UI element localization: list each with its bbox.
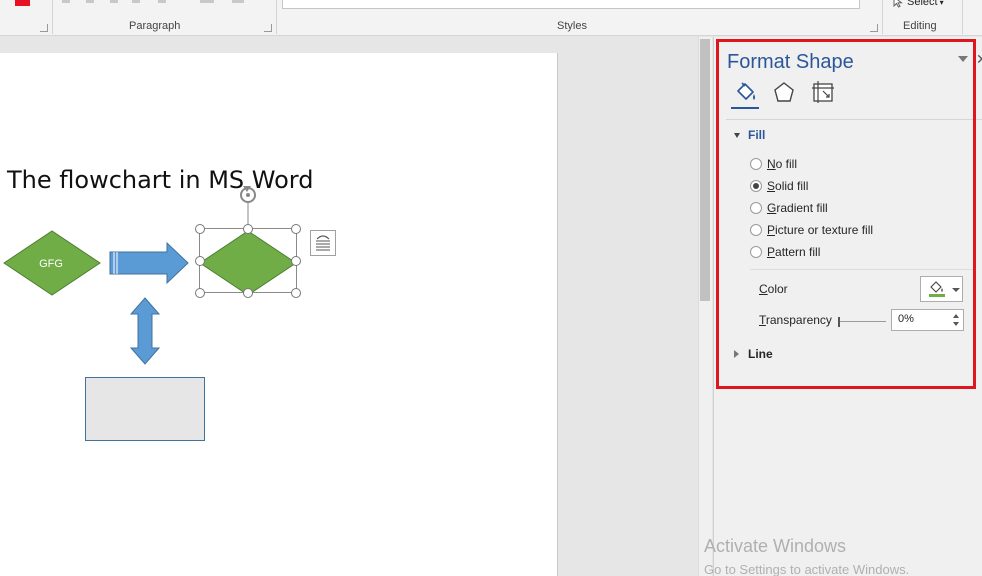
chevron-down-icon: ▾ (939, 0, 944, 7)
ribbon-separator (276, 0, 277, 34)
fill-divider (750, 269, 974, 270)
picture-fill-option[interactable]: Picture or texture fill (750, 222, 873, 238)
align-center-icon[interactable] (86, 0, 94, 3)
resize-handle[interactable] (291, 256, 301, 266)
document-page[interactable]: The flowchart in MS Word GFG (0, 53, 558, 576)
ribbon-separator (52, 0, 53, 34)
up-down-arrow-shape[interactable] (129, 297, 161, 365)
cursor-arrow-icon (893, 0, 903, 8)
vertical-scrollbar[interactable] (698, 37, 712, 576)
flowchart-canvas: GFG (3, 186, 336, 441)
resize-handle[interactable] (291, 224, 301, 234)
editing-group-label: Editing (903, 20, 937, 32)
slider-track (838, 321, 886, 322)
gradient-fill-radio[interactable] (750, 202, 762, 214)
pattern-fill-option[interactable]: Pattern fill (750, 244, 820, 260)
picture-fill-radio[interactable] (750, 224, 762, 236)
align-right-icon[interactable] (110, 0, 118, 3)
resize-handle[interactable] (243, 224, 253, 234)
pattern-fill-label: Pattern fill (767, 245, 821, 259)
solid-fill-label: Solid fill (767, 179, 809, 193)
styles-more-button[interactable] (862, 0, 874, 9)
no-fill-label: No fill (767, 157, 798, 171)
format-shape-pane: Format Shape ✕ Fill No fill Solid fill G… (713, 37, 982, 576)
align-left-icon[interactable] (62, 0, 70, 3)
transparency-slider[interactable] (838, 317, 886, 327)
resize-handle[interactable] (291, 288, 301, 298)
transparency-input[interactable]: 0% (891, 309, 964, 331)
resize-handle[interactable] (243, 288, 253, 298)
no-fill-radio[interactable] (750, 158, 762, 170)
chevron-down-icon (952, 288, 960, 292)
ribbon-separator (962, 0, 963, 34)
line-spacing-icon[interactable] (158, 0, 166, 3)
close-icon[interactable]: ✕ (976, 51, 982, 68)
resize-handle[interactable] (195, 256, 205, 266)
ribbon-separator (882, 0, 883, 34)
pane-divider (726, 119, 982, 120)
resize-handle[interactable] (195, 224, 205, 234)
right-arrow-shape[interactable] (109, 241, 189, 285)
collapse-triangle-icon (734, 350, 739, 358)
expand-triangle-icon (734, 132, 740, 138)
line-section-header[interactable]: Line (734, 346, 773, 362)
fill-section-label: Fill (748, 128, 766, 142)
no-fill-option[interactable]: No fill (750, 156, 797, 172)
select-button[interactable]: Select ▾ (893, 0, 944, 8)
watermark-title: Activate Windows (704, 536, 847, 556)
picture-fill-label: Picture or texture fill (767, 223, 874, 237)
resize-handle[interactable] (195, 288, 205, 298)
paragraph-dialog-launcher[interactable] (264, 24, 272, 32)
transparency-label: Transparency (759, 313, 832, 327)
watermark-subtitle: Go to Settings to activate Windows. (704, 562, 910, 576)
fill-color-button[interactable] (920, 276, 963, 302)
gfg-decision-shape[interactable]: GFG (3, 230, 101, 296)
shading-icon[interactable] (200, 0, 214, 3)
color-label: Color (759, 282, 788, 296)
rotate-handle-icon[interactable] (240, 186, 256, 203)
pane-title: Format Shape (727, 51, 854, 73)
layout-options-icon[interactable] (310, 230, 336, 256)
gradient-fill-label: Gradient fill (767, 201, 828, 215)
selected-diamond-shape[interactable] (199, 230, 297, 296)
solid-fill-radio[interactable] (750, 180, 762, 192)
size-properties-icon[interactable] (810, 79, 836, 105)
styles-group-label: Styles (557, 20, 587, 32)
slider-thumb[interactable] (838, 317, 840, 327)
pattern-fill-radio[interactable] (750, 246, 762, 258)
transparency-value: 0% (898, 313, 914, 325)
font-dialog-launcher[interactable] (40, 24, 48, 32)
borders-icon[interactable] (232, 0, 244, 3)
styles-dialog-launcher[interactable] (870, 24, 878, 32)
paint-bucket-icon[interactable] (732, 79, 758, 105)
font-color-icon[interactable] (15, 0, 30, 6)
styles-gallery[interactable] (282, 0, 860, 9)
paragraph-group-label: Paragraph (129, 20, 181, 32)
pentagon-icon[interactable] (771, 79, 797, 105)
document-area: The flowchart in MS Word GFG (0, 37, 698, 576)
spin-down-icon[interactable] (953, 322, 959, 326)
active-tab-indicator (731, 107, 759, 109)
select-label: Select (907, 0, 938, 8)
ribbon: Paragraph Styles Select ▾ Editing (0, 0, 982, 36)
justify-icon[interactable] (132, 0, 140, 3)
spin-up-icon[interactable] (953, 314, 959, 318)
fill-color-icon (929, 281, 945, 297)
scrollbar-thumb[interactable] (700, 39, 710, 301)
process-box-shape[interactable] (85, 377, 205, 441)
gfg-label: GFG (39, 258, 63, 270)
gradient-fill-option[interactable]: Gradient fill (750, 200, 828, 216)
fill-section-header[interactable]: Fill (734, 127, 765, 143)
pane-options-icon[interactable] (958, 56, 968, 62)
line-section-label: Line (748, 347, 773, 361)
activate-windows-watermark: Activate Windows Go to Settings to activ… (704, 536, 909, 576)
solid-fill-option[interactable]: Solid fill (750, 178, 808, 194)
